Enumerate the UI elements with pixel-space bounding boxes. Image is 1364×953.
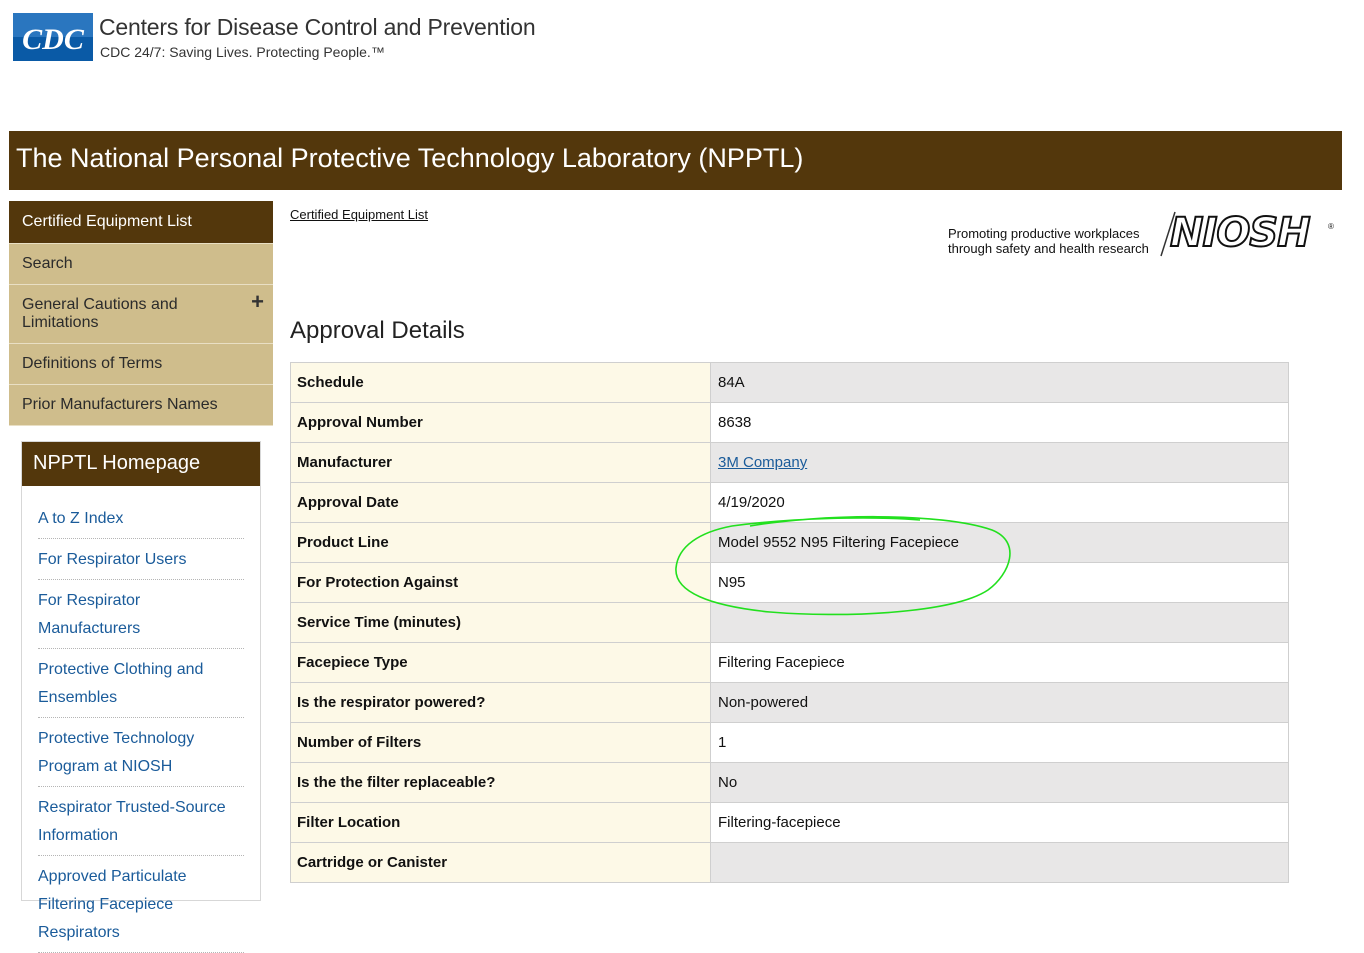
row-label: Is the respirator powered? [290, 682, 711, 723]
breadcrumb[interactable]: Certified Equipment List [290, 207, 428, 222]
row-value-cell: 3M Company [710, 442, 1289, 483]
svg-text:CDC: CDC [22, 23, 85, 56]
niosh-tagline-line1: Promoting productive workplaces [948, 226, 1140, 241]
nav-item-certified-equipment-list[interactable]: Certified Equipment List [9, 201, 273, 244]
cdc-logo-icon[interactable]: CDC [13, 13, 93, 63]
table-row: Product Line Model 9552 N95 Filtering Fac… [290, 522, 1289, 563]
manufacturer-link[interactable]: 3M Company [718, 454, 807, 471]
link-respirator-trusted-source[interactable]: Respirator Trusted-Source Information [38, 793, 244, 856]
row-label: Service Time (minutes) [290, 602, 711, 643]
row-value [710, 602, 1289, 643]
table-row: Approval Date 4/19/2020 [290, 482, 1289, 523]
table-row: Filter Location Filtering-facepiece [290, 802, 1289, 843]
side-nav: Certified Equipment List Search General … [9, 201, 273, 426]
row-label: Filter Location [290, 802, 711, 843]
nav-item-label: Search [22, 255, 73, 272]
row-label: For Protection Against [290, 562, 711, 603]
row-label: Cartridge or Canister [290, 842, 711, 883]
table-row: Manufacturer 3M Company [290, 442, 1289, 483]
table-row: Approval Number 8638 [290, 402, 1289, 443]
row-value [710, 842, 1289, 883]
nav-item-label: Certified Equipment List [22, 213, 192, 230]
table-row: Facepiece Type Filtering Facepiece [290, 642, 1289, 683]
table-row: For Protection Against N95 [290, 562, 1289, 603]
row-label: Number of Filters [290, 722, 711, 763]
row-value: 1 [710, 722, 1289, 763]
row-value: 4/19/2020 [710, 482, 1289, 523]
link-a-to-z-index[interactable]: A to Z Index [38, 504, 244, 539]
nav-item-label: General Cautions and Limitations [22, 296, 178, 331]
link-protective-clothing[interactable]: Protective Clothing and Ensembles [38, 655, 244, 718]
row-label: Manufacturer [290, 442, 711, 483]
row-value: No [710, 762, 1289, 803]
row-label: Approval Number [290, 402, 711, 443]
row-value: Non-powered [710, 682, 1289, 723]
row-value: Model 9552 N95 Filtering Facepiece [710, 522, 1289, 563]
table-row: Cartridge or Canister [290, 842, 1289, 883]
niosh-tagline-line2: through safety and health research [948, 241, 1149, 256]
niosh-logo[interactable]: NIOSH [1169, 209, 1312, 257]
page-banner: The National Personal Protective Technol… [9, 131, 1342, 190]
row-label: Facepiece Type [290, 642, 711, 683]
table-row: Is the respirator powered? Non-powered [290, 682, 1289, 723]
row-value: 84A [710, 362, 1289, 403]
site-name[interactable]: Centers for Disease Control and Preventi… [99, 14, 536, 41]
link-protective-technology-program[interactable]: Protective Technology Program at NIOSH [38, 724, 244, 787]
row-value: 8638 [710, 402, 1289, 443]
link-for-respirator-manufacturers[interactable]: For Respirator Manufacturers [38, 586, 244, 649]
table-row: Is the the filter replaceable? No [290, 762, 1289, 803]
nav-item-definitions-of-terms[interactable]: Definitions of Terms [9, 344, 273, 385]
nav-item-general-cautions[interactable]: General Cautions and Limitations + [9, 285, 273, 344]
link-for-respirator-users[interactable]: For Respirator Users [38, 545, 244, 580]
table-row: Service Time (minutes) [290, 602, 1289, 643]
nav-item-label: Definitions of Terms [22, 355, 163, 372]
nav-item-label: Prior Manufacturers Names [22, 396, 218, 413]
link-approved-particulate-ffr[interactable]: Approved Particulate Filtering Facepiece… [38, 862, 244, 953]
approval-details-table: Schedule 84A Approval Number 8638 Manufactur… [290, 362, 1289, 883]
row-label: Schedule [290, 362, 711, 403]
table-row: Schedule 84A [290, 362, 1289, 403]
npptl-homepage-link[interactable]: NPPTL Homepage [22, 442, 260, 486]
row-label: Product Line [290, 522, 711, 563]
row-value: Filtering Facepiece [710, 642, 1289, 683]
nav-item-prior-manufacturers-names[interactable]: Prior Manufacturers Names [9, 385, 273, 426]
row-label: Approval Date [290, 482, 711, 523]
table-row: Number of Filters 1 [290, 722, 1289, 763]
row-value: N95 [710, 562, 1289, 603]
nav-item-search[interactable]: Search [9, 244, 273, 285]
row-value: Filtering-facepiece [710, 802, 1289, 843]
banner-title: The National Personal Protective Technol… [16, 143, 804, 173]
expand-plus-icon[interactable]: + [251, 291, 264, 313]
niosh-registered-mark: ® [1328, 222, 1334, 231]
homepage-link-list: A to Z Index For Respirator Users For Re… [22, 486, 260, 953]
npptl-homepage-box: NPPTL Homepage A to Z Index For Respirat… [21, 441, 261, 953]
page-title: Approval Details [290, 317, 465, 344]
site-tagline: CDC 24/7: Saving Lives. Protecting Peopl… [100, 44, 385, 60]
niosh-tagline: Promoting productive workplaces through … [948, 226, 1149, 256]
row-label: Is the the filter replaceable? [290, 762, 711, 803]
